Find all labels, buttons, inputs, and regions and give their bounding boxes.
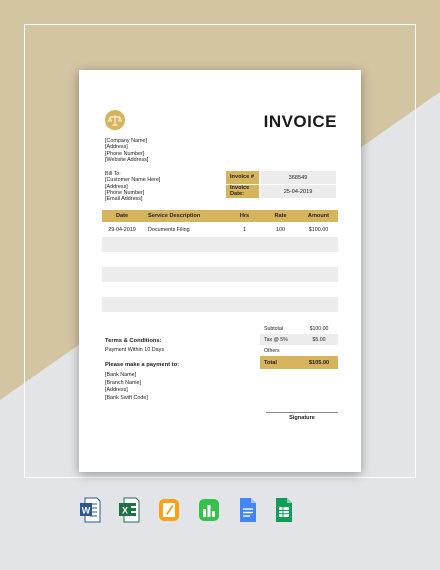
total-value: $105.00 (308, 359, 330, 366)
word-icon[interactable]: W (79, 496, 101, 524)
bank-name: [Bank Name] (105, 372, 137, 379)
svg-text:X: X (122, 506, 128, 516)
header-rate: Rate (274, 213, 287, 219)
table-row (102, 282, 338, 297)
others-row: Others (260, 345, 338, 356)
invoice-meta: Invoice # 368549 Invoice Date: 25-04-201… (226, 171, 336, 198)
invoice-number-row: Invoice # 368549 (226, 171, 336, 184)
company-website: [Website Address] (105, 156, 149, 163)
table-row (102, 297, 338, 312)
table-row (102, 252, 338, 267)
table-row (102, 267, 338, 282)
cell-date: 29-04-2019 (108, 226, 136, 233)
invoice-date-value: 25-04-2019 (260, 185, 336, 198)
cell-description: Documents Filing (148, 226, 190, 233)
invoice-number-value: 368549 (260, 171, 336, 184)
header-description: Service Description (148, 213, 201, 219)
invoice-date-label: Invoice Date: (226, 185, 259, 198)
subtotal-value: $100.00 (309, 325, 329, 332)
header-date: Date (115, 213, 129, 219)
invoice-title: INVOICE (263, 112, 337, 131)
cell-hrs: 1 (243, 226, 246, 233)
terms-text: Payment Within 10 Days (105, 347, 165, 353)
customer-name: [Customer Name Here] (105, 177, 161, 184)
invoice-document: INVOICE [Company Name] [Address] [Phone … (79, 70, 361, 472)
header-amount: Amount (307, 213, 330, 219)
cell-amount: $100.00 (308, 226, 329, 233)
line-items-table: Date Service Description Hrs Rate Amount… (102, 210, 338, 312)
svg-text:W: W (82, 506, 91, 516)
terms-section: Terms & Conditions: Payment Within 10 Da… (105, 338, 179, 402)
terms-title: Terms & Conditions: (105, 338, 162, 344)
signature-line: Signature (266, 412, 338, 421)
others-label: Others (264, 347, 280, 354)
header-hrs: Hrs (239, 213, 250, 219)
table-row (102, 237, 338, 252)
excel-icon[interactable]: X (118, 496, 140, 524)
subtotal-label: Subtotal (264, 325, 284, 332)
numbers-icon[interactable] (198, 496, 220, 524)
bank-swift-code: [Bank Swift Code] (105, 394, 148, 401)
google-sheets-icon[interactable] (273, 496, 295, 524)
total-label: Total (264, 359, 277, 366)
total-row: Total $105.00 (260, 356, 338, 369)
tax-label: Tax @ 5% (264, 336, 288, 343)
company-phone: [Phone Number] (105, 150, 145, 157)
tax-row: Tax @ 5% $5.00 (260, 334, 338, 345)
payment-title: Please make a payment to: (105, 362, 180, 369)
invoice-number-label: Invoice # (226, 171, 259, 184)
company-info: [Company Name] [Address] [Phone Number] … (105, 138, 148, 163)
summary-table: Subtotal $100.00 Tax @ 5% $5.00 Others T… (260, 323, 338, 369)
cell-rate: 100 (276, 226, 285, 233)
bank-address: [Address] (105, 387, 128, 394)
branch-name: [Branch Name] (105, 379, 141, 386)
pages-icon[interactable] (158, 496, 180, 524)
tax-value: $5.00 (312, 336, 326, 343)
payment-details: [Bank Name] [Branch Name] [Address] [Ban… (105, 372, 179, 402)
app-icons-row: W X (0, 496, 440, 526)
scales-icon (105, 110, 125, 130)
customer-email: [Email Address] (105, 196, 143, 203)
subtotal-row: Subtotal $100.00 (260, 323, 338, 334)
invoice-date-row: Invoice Date: 25-04-2019 (226, 185, 336, 198)
bill-to: Bill To: [Customer Name Here] [Address] … (105, 171, 160, 202)
table-header: Date Service Description Hrs Rate Amount (102, 210, 338, 222)
google-docs-icon[interactable] (237, 496, 259, 524)
table-row: 29-04-2019 Documents Filing 1 100 $100.0… (102, 222, 338, 237)
